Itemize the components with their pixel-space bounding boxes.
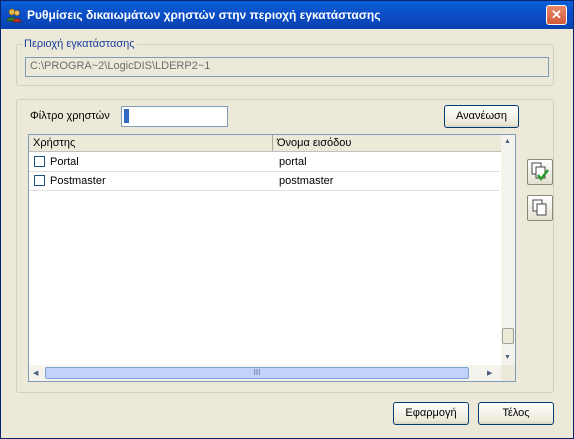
scroll-down-icon[interactable]: ▼ [504,354,511,361]
column-header-login[interactable]: Όνομα εισόδου [273,135,501,151]
uncheck-all-button[interactable] [527,195,553,221]
table-row[interactable]: Portal portal [29,153,499,172]
column-header-user[interactable]: Χρήστης [29,135,273,151]
vertical-scroll-thumb[interactable] [502,328,514,344]
row-checkbox[interactable] [34,156,45,167]
install-path-field: C:\PROGRA~2\LogicDIS\LDERP2~1 [25,57,549,77]
users-icon [6,8,22,23]
check-all-button[interactable] [527,159,553,185]
filter-label: Φίλτρο χρηστών [30,110,110,122]
table-row[interactable]: Postmaster postmaster [29,172,499,191]
user-name-cell: Postmaster [50,175,106,187]
copy-icon [532,199,547,216]
text-caret [124,109,129,123]
user-name-cell: Portal [50,156,79,168]
copy-check-icon [531,162,549,182]
scroll-right-icon[interactable]: ▶ [487,369,492,377]
user-filter-input[interactable] [121,106,228,127]
login-name-cell: portal [279,156,307,168]
apply-button[interactable]: Εφαρμογή [393,402,469,425]
dialog-window: Ρυθμίσεις δικαιωμάτων χρηστών στην περιο… [0,0,574,439]
refresh-button[interactable]: Ανανέωση [444,105,519,128]
finish-button[interactable]: Τέλος [478,402,554,425]
title-bar[interactable]: Ρυθμίσεις δικαιωμάτων χρηστών στην περιο… [1,1,573,29]
row-checkbox[interactable] [34,175,45,186]
vertical-scrollbar[interactable]: ▲ ▼ [501,135,515,365]
scroll-left-icon[interactable]: ◀ [33,369,38,377]
close-icon: ✕ [551,7,562,22]
window-title: Ρυθμίσεις δικαιωμάτων χρηστών στην περιο… [27,8,381,22]
scroll-grip-icon: III [253,368,261,377]
close-button[interactable]: ✕ [546,5,567,25]
table-header: Χρήστης Όνομα εισόδου [29,135,501,152]
login-name-cell: postmaster [279,175,334,187]
horizontal-scrollbar[interactable]: ◀ III ▶ [29,365,501,381]
scroll-up-icon[interactable]: ▲ [504,138,511,145]
scroll-corner [501,365,515,381]
horizontal-scroll-thumb[interactable]: III [45,367,469,379]
users-table: Χρήστης Όνομα εισόδου Portal portal Post… [28,134,516,382]
install-area-label: Περιοχή εγκατάστασης [22,38,137,50]
